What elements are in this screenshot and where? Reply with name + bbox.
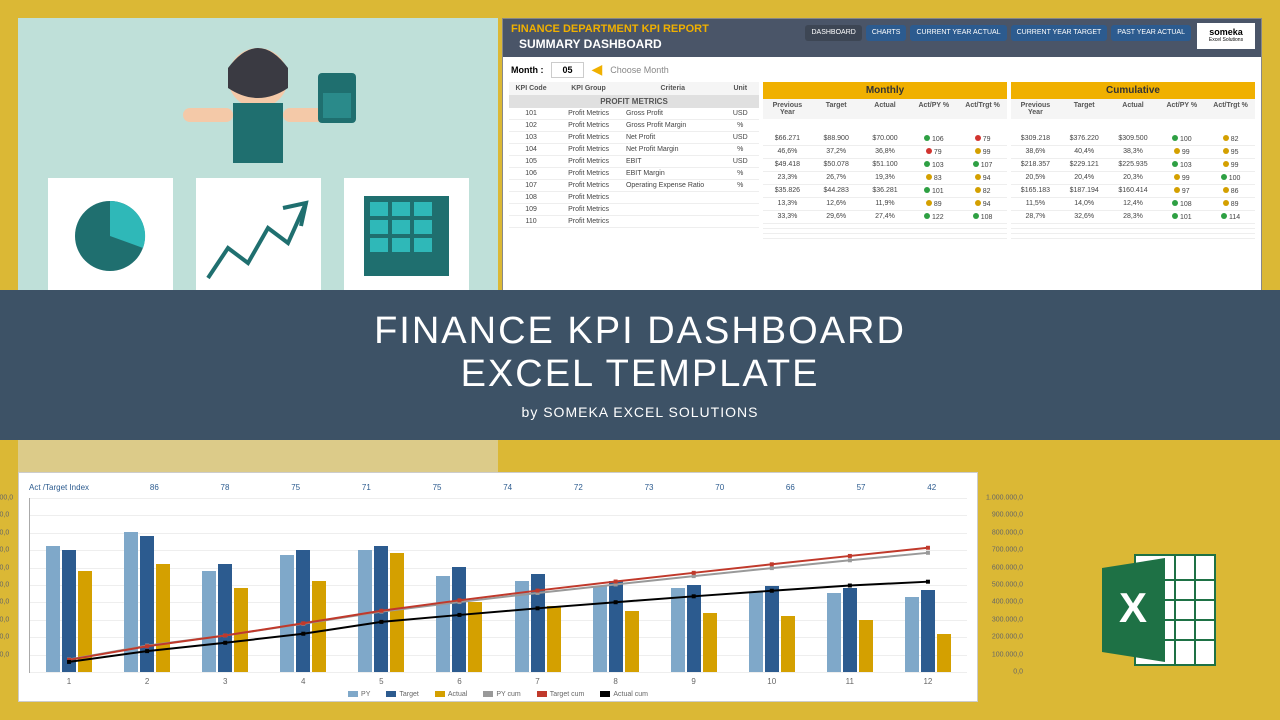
table-row: $309.218$376.220$309.50010082 [1011, 133, 1255, 146]
month-selector-row: Month : 05 ◀ Choose Month [503, 57, 1261, 82]
banner-line2: EXCEL TEMPLATE [461, 353, 820, 396]
table-row: 33,3%29,6%27,4%122108 [763, 211, 1007, 224]
kpi-header-row: KPI Code KPI Group Criteria Unit [509, 82, 759, 95]
month-input[interactable]: 05 [551, 62, 583, 78]
table-row: $35.826$44.283$36.28110182 [763, 185, 1007, 198]
excel-icon: X [1090, 540, 1230, 680]
monthly-header: Monthly [763, 82, 1007, 99]
month-label: Month : [511, 65, 543, 75]
bar-group: 10 [733, 498, 811, 672]
cumulative-header: Cumulative [1011, 82, 1255, 99]
title-banner: FINANCE KPI DASHBOARD EXCEL TEMPLATE by … [0, 290, 1280, 440]
cumulative-panel: Cumulative Previous YearTargetActualAct/… [1011, 82, 1255, 239]
table-row: 28,7%32,6%28,3%101114 [1011, 211, 1255, 224]
bar-group: 7 [498, 498, 576, 672]
bar-group: 2 [108, 498, 186, 672]
table-row: 38,6%40,4%38,3%9995 [1011, 146, 1255, 159]
dashboard-window: FINANCE DEPARTMENT KPI REPORT SUMMARY DA… [502, 18, 1262, 318]
bar-group: 5 [342, 498, 420, 672]
table-row: 23,3%26,7%19,3%8394 [763, 172, 1007, 185]
monthly-panel: Monthly Previous YearTargetActualAct/PY … [763, 82, 1007, 239]
table-row [763, 234, 1007, 239]
table-row: 109Profit Metrics [509, 204, 759, 216]
person-illustration [18, 18, 498, 298]
nav-cy-actual[interactable]: CURRENT YEAR ACTUAL [910, 25, 1006, 41]
svg-text:X: X [1119, 584, 1147, 631]
table-row: 102Profit MetricsGross Profit Margin% [509, 120, 759, 132]
banner-line1: FINANCE KPI DASHBOARD [374, 310, 906, 353]
illustration-panel [18, 18, 498, 298]
table-row [1011, 234, 1255, 239]
index-row: Act /Target Index 8678757175747273706657… [29, 483, 967, 492]
table-row: $66.271$88.900$70.00010679 [763, 133, 1007, 146]
banner-byline: by SOMEKA EXCEL SOLUTIONS [522, 404, 759, 420]
kpi-info-panel: KPI Code KPI Group Criteria Unit PROFIT … [509, 82, 759, 239]
nav-cy-target[interactable]: CURRENT YEAR TARGET [1011, 25, 1108, 41]
bar-group: 1 [30, 498, 108, 672]
section-profit-metrics: PROFIT METRICS [509, 95, 759, 108]
table-row: 46,6%37,2%36,8%7999 [763, 146, 1007, 159]
table-row: $165.183$187.194$160.4149786 [1011, 185, 1255, 198]
arrow-left-icon[interactable]: ◀ [592, 61, 603, 78]
table-row: 20,5%20,4%20,3%99100 [1011, 172, 1255, 185]
dashboard-header: FINANCE DEPARTMENT KPI REPORT SUMMARY DA… [503, 19, 1261, 57]
table-row: 106Profit MetricsEBIT Margin% [509, 168, 759, 180]
bar-group: 9 [655, 498, 733, 672]
table-row: 108Profit Metrics [509, 192, 759, 204]
someka-logo: somekaExcel Solutions [1197, 23, 1255, 49]
table-row: 107Profit MetricsOperating Expense Ratio… [509, 180, 759, 192]
bar-group: 11 [811, 498, 889, 672]
table-row: 13,3%12,6%11,9%8994 [763, 198, 1007, 211]
chart-area: 0,00,010.000,0100.000,020.000,0200.000,0… [29, 498, 967, 673]
table-row: 103Profit MetricsNet ProfitUSD [509, 132, 759, 144]
chart-panel: Act /Target Index 8678757175747273706657… [18, 472, 978, 702]
choose-month-text: Choose Month [610, 65, 669, 75]
nav-charts[interactable]: CHARTS [866, 25, 907, 41]
table-row: $218.357$229.121$225.93510399 [1011, 159, 1255, 172]
nav-buttons: DASHBOARD CHARTS CURRENT YEAR ACTUAL CUR… [805, 25, 1191, 41]
table-row: 101Profit MetricsGross ProfitUSD [509, 108, 759, 120]
table-row: $49.418$50.078$51.100103107 [763, 159, 1007, 172]
index-label: Act /Target Index [29, 483, 119, 492]
bar-group: 4 [264, 498, 342, 672]
bar-group: 3 [186, 498, 264, 672]
nav-dashboard[interactable]: DASHBOARD [805, 25, 861, 41]
report-subtitle: SUMMARY DASHBOARD [511, 35, 709, 53]
report-title: FINANCE DEPARTMENT KPI REPORT [511, 23, 709, 35]
bar-group: 12 [889, 498, 967, 672]
table-row: 105Profit MetricsEBITUSD [509, 156, 759, 168]
table-row: 11,5%14,0%12,4%10889 [1011, 198, 1255, 211]
table-row: 110Profit Metrics [509, 216, 759, 228]
bar-group: 6 [420, 498, 498, 672]
chart-legend: PY Target Actual PY cum Target cum Actua… [29, 691, 967, 698]
table-row: 104Profit MetricsNet Profit Margin% [509, 144, 759, 156]
bar-group: 8 [577, 498, 655, 672]
nav-py-actual[interactable]: PAST YEAR ACTUAL [1111, 25, 1191, 41]
